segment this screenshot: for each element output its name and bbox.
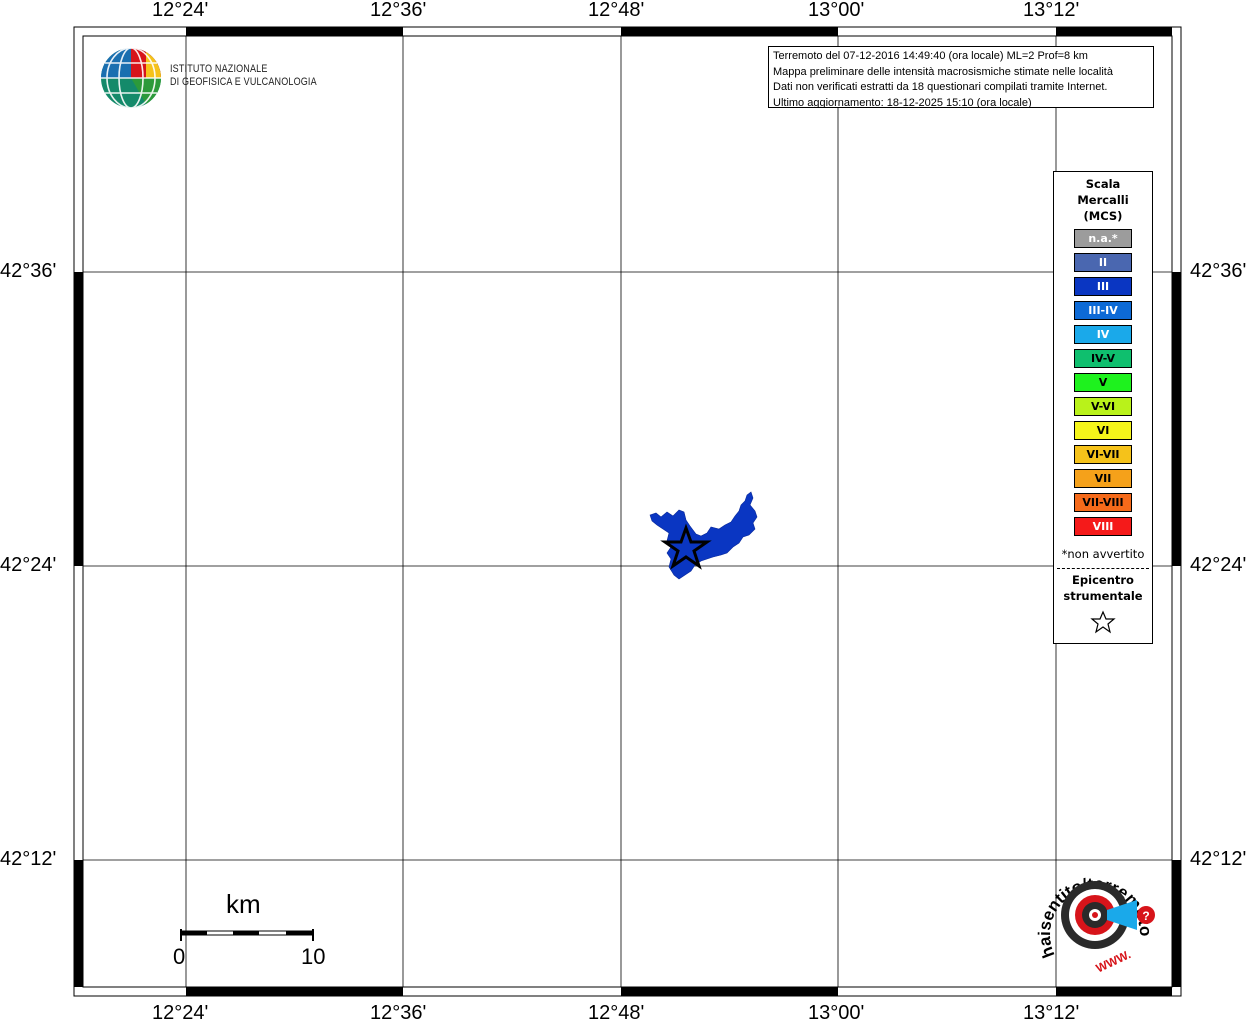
lon-label-bottom-3: 12°48' xyxy=(588,1002,645,1024)
legend-item-iii: III xyxy=(1074,277,1132,296)
legend-epi-line1: Epicentro xyxy=(1072,573,1134,587)
haisentito-logo: haisentito/terremoto.it ? WWW. xyxy=(1022,840,1165,984)
lon-label-top-1: 12°24' xyxy=(152,0,209,21)
legend-item-vii-viii: VII-VIII xyxy=(1074,493,1132,512)
ingv-logo xyxy=(100,46,164,114)
lat-label-right-2: 42°24' xyxy=(1190,554,1247,576)
lon-label-bottom-2: 12°36' xyxy=(370,1002,427,1024)
legend-item-ii: II xyxy=(1074,253,1132,272)
info-line-4: Ultimo aggiornamento: 18-12-2025 15:10 (… xyxy=(773,96,1032,108)
scale-unit-label: km xyxy=(226,889,261,919)
ingv-logo-line2: DI GEOFISICA E VULCANOLOGIA xyxy=(170,76,317,88)
lat-label-left-1: 42°36' xyxy=(0,260,57,282)
haisentito-logo-icon: haisentito/terremoto.it ? WWW. xyxy=(1022,840,1155,975)
lon-label-bottom-5: 13°12' xyxy=(1023,1002,1080,1024)
legend-separator xyxy=(1057,568,1149,569)
scale-max-label: 10 xyxy=(301,944,326,969)
legend-item-viii: VIII xyxy=(1074,517,1132,536)
legend-item-v-vi: V-VI xyxy=(1074,397,1132,416)
scale-bar xyxy=(180,929,314,941)
legend-item-n-a-: n.a.* xyxy=(1074,229,1132,248)
legend-title-line1: Scala xyxy=(1085,177,1121,191)
lat-label-right-1: 42°36' xyxy=(1190,260,1247,282)
info-line-3: Dati non verificati estratti da 18 quest… xyxy=(773,81,1108,93)
lon-label-top-2: 12°36' xyxy=(370,0,427,21)
legend-item-iv: IV xyxy=(1074,325,1132,344)
legend-title-line3: (MCS) xyxy=(1083,209,1123,223)
lon-label-top-5: 13°12' xyxy=(1023,0,1080,21)
map-outer-frame xyxy=(73,26,1182,997)
lat-label-left-2: 42°24' xyxy=(0,554,57,576)
legend-note: *non avvertito xyxy=(1061,547,1145,561)
haisentito-www-text: WWW. xyxy=(1094,947,1133,975)
earthquake-info-box: Terremoto del 07-12-2016 14:49:40 (ora l… xyxy=(768,46,1154,108)
legend-item-vi: VI xyxy=(1074,421,1132,440)
info-line-1: Terremoto del 07-12-2016 14:49:40 (ora l… xyxy=(773,50,1088,62)
legend-item-vii: VII xyxy=(1074,469,1132,488)
info-line-2: Mappa preliminare delle intensità macros… xyxy=(773,65,1113,78)
mcs-legend: Scala Mercalli (MCS) n.a.* II III III-IV IV I… xyxy=(1053,171,1153,644)
legend-title: Scala Mercalli (MCS) xyxy=(1054,176,1152,224)
ingv-logo-line1: ISTITUTO NAZIONALE xyxy=(170,63,268,75)
lon-label-top-4: 13°00' xyxy=(808,0,865,21)
svg-text:?: ? xyxy=(1142,909,1149,923)
legend-epi-line2: strumentale xyxy=(1063,589,1143,603)
lat-label-right-3: 42°12' xyxy=(1190,848,1247,870)
lon-label-top-3: 12°48' xyxy=(588,0,645,21)
legend-item-v: V xyxy=(1074,373,1132,392)
legend-item-vi-vii: VI-VII xyxy=(1074,445,1132,464)
ingv-logo-text: ISTITUTO NAZIONALE DI GEOFISICA E VULCAN… xyxy=(170,63,317,89)
legend-title-line2: Mercalli xyxy=(1077,193,1129,207)
epicenter-star-icon xyxy=(1090,610,1116,634)
frame-ticks-vertical xyxy=(74,272,1181,987)
lon-label-bottom-1: 12°24' xyxy=(152,1002,209,1024)
legend-item-iii-iv: III-IV xyxy=(1074,301,1132,320)
lat-label-left-3: 42°12' xyxy=(0,848,57,870)
map-inner-frame xyxy=(82,35,1173,988)
graticule xyxy=(83,36,1172,987)
legend-epicenter-label: Epicentro strumentale xyxy=(1054,572,1152,604)
scale-min-label: 0 xyxy=(173,944,186,969)
ingv-globe-icon xyxy=(101,47,161,109)
lon-label-bottom-4: 13°00' xyxy=(808,1002,865,1024)
legend-item-iv-v: IV-V xyxy=(1074,349,1132,368)
